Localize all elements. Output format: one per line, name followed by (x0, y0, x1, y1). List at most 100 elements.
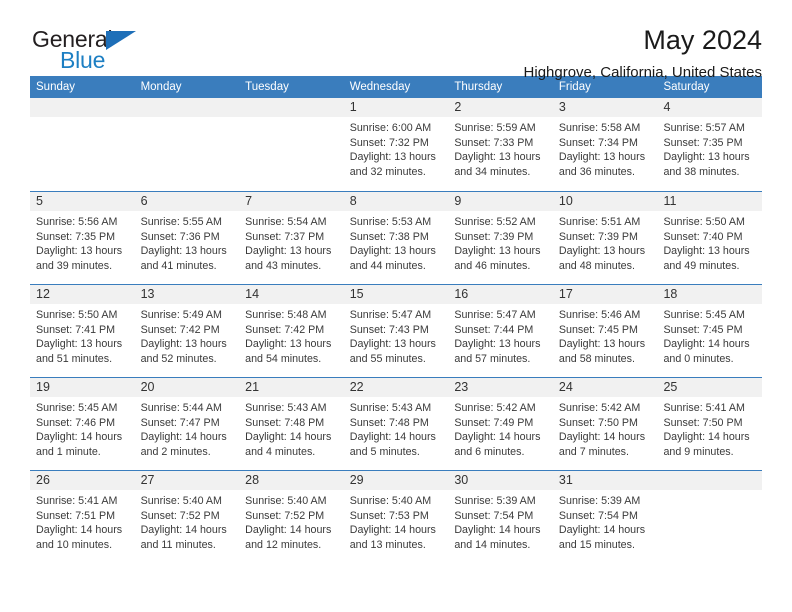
calendar-week-row: 19 Sunrise: 5:45 AM Sunset: 7:46 PM Dayligh… (30, 377, 763, 470)
calendar-day-cell[interactable]: 26 Sunrise: 5:41 AM Sunset: 7:51 PM Dayligh… (30, 471, 135, 563)
day-number (30, 98, 135, 117)
daylight-text: Daylight: 14 hours (36, 431, 123, 444)
sunrise-text: Sunrise: 5:45 AM (36, 402, 118, 414)
sunrise-text: Sunrise: 5:55 AM (140, 216, 222, 228)
calendar-day-cell[interactable]: 10 Sunrise: 5:51 AM Sunset: 7:39 PM Dayligh… (552, 192, 658, 284)
daylight-text: and 14 minutes. (454, 538, 531, 551)
daylight-text: Daylight: 13 hours (349, 338, 436, 351)
calendar-day-cell[interactable]: 17 Sunrise: 5:46 AM Sunset: 7:45 PM Dayligh… (552, 285, 658, 377)
daylight-text: Daylight: 14 hours (245, 524, 332, 537)
calendar-day-cell[interactable]: 29 Sunrise: 5:40 AM Sunset: 7:53 PM Dayligh… (343, 471, 449, 563)
daylight-text: and 6 minutes. (454, 445, 525, 458)
daylight-text: and 41 minutes. (140, 259, 217, 272)
daylight-text: and 12 minutes. (245, 538, 322, 551)
calendar-day-cell[interactable]: 22 Sunrise: 5:43 AM Sunset: 7:48 PM Dayligh… (343, 378, 449, 470)
sunset-text: Sunset: 7:52 PM (140, 509, 220, 522)
daylight-text: and 54 minutes. (245, 352, 322, 365)
day-number: 8 (343, 192, 449, 211)
day-number: 26 (30, 471, 135, 490)
calendar-day-cell-empty (30, 98, 135, 191)
calendar-day-cell[interactable]: 3 Sunrise: 5:58 AM Sunset: 7:34 PM Daylight… (552, 98, 658, 191)
calendar-body: 1 Sunrise: 6:00 AM Sunset: 7:32 PM Daylight… (30, 98, 763, 563)
daylight-text: Daylight: 13 hours (663, 245, 750, 258)
daylight-text: Daylight: 13 hours (663, 151, 750, 164)
day-details: Sunrise: 5:50 AM Sunset: 7:40 PM Daylight:… (657, 211, 762, 273)
calendar-day-cell[interactable]: 19 Sunrise: 5:45 AM Sunset: 7:46 PM Dayligh… (30, 378, 135, 470)
sunset-text: Sunset: 7:41 PM (36, 323, 116, 336)
day-details: Sunrise: 5:57 AM Sunset: 7:35 PM Daylight:… (657, 117, 762, 179)
daylight-text: Daylight: 13 hours (140, 338, 227, 351)
daylight-text: and 43 minutes. (245, 259, 322, 272)
calendar-day-cell[interactable]: 25 Sunrise: 5:41 AM Sunset: 7:50 PM Dayligh… (657, 378, 763, 470)
day-number: 17 (552, 285, 658, 304)
calendar-day-cell[interactable]: 6 Sunrise: 5:55 AM Sunset: 7:36 PM Daylight… (134, 192, 240, 284)
calendar-day-cell[interactable]: 5 Sunrise: 5:56 AM Sunset: 7:35 PM Daylight… (30, 192, 135, 284)
calendar-day-cell[interactable]: 27 Sunrise: 5:40 AM Sunset: 7:52 PM Dayligh… (134, 471, 240, 563)
calendar-day-cell[interactable]: 23 Sunrise: 5:42 AM Sunset: 7:49 PM Dayligh… (448, 378, 553, 470)
sunset-text: Sunset: 7:46 PM (36, 416, 116, 429)
day-number (134, 98, 240, 117)
daylight-text: and 9 minutes. (663, 445, 734, 458)
sunrise-text: Sunrise: 5:48 AM (245, 309, 327, 321)
day-details: Sunrise: 6:00 AM Sunset: 7:32 PM Daylight:… (344, 117, 449, 179)
sunset-text: Sunset: 7:53 PM (349, 509, 429, 522)
calendar-day-cell[interactable]: 11 Sunrise: 5:50 AM Sunset: 7:40 PM Dayligh… (657, 192, 763, 284)
day-number: 30 (448, 471, 553, 490)
sunrise-text: Sunrise: 5:40 AM (245, 495, 327, 507)
page-title: May 2024 (643, 25, 762, 55)
calendar-day-cell[interactable]: 1 Sunrise: 6:00 AM Sunset: 7:32 PM Daylight… (343, 98, 449, 191)
daylight-text: and 49 minutes. (663, 259, 740, 272)
calendar-day-cell[interactable]: 4 Sunrise: 5:57 AM Sunset: 7:35 PM Daylight… (657, 98, 763, 191)
day-details: Sunrise: 5:44 AM Sunset: 7:47 PM Daylight:… (135, 397, 240, 459)
calendar-day-cell[interactable]: 18 Sunrise: 5:45 AM Sunset: 7:45 PM Dayligh… (657, 285, 763, 377)
calendar-day-cell[interactable]: 2 Sunrise: 5:59 AM Sunset: 7:33 PM Daylight… (448, 98, 553, 191)
calendar-day-cell-empty (134, 98, 240, 191)
day-details: Sunrise: 5:42 AM Sunset: 7:49 PM Daylight:… (448, 397, 553, 459)
daylight-text: and 32 minutes. (349, 165, 426, 178)
day-number: 5 (30, 192, 135, 211)
day-details: Sunrise: 5:41 AM Sunset: 7:50 PM Daylight:… (657, 397, 762, 459)
daylight-text: and 38 minutes. (663, 165, 740, 178)
general-blue-logo[interactable]: General Blue (30, 26, 160, 78)
calendar-day-cell[interactable]: 15 Sunrise: 5:47 AM Sunset: 7:43 PM Dayligh… (343, 285, 449, 377)
sunrise-text: Sunrise: 5:59 AM (454, 122, 536, 134)
calendar-day-cell[interactable]: 24 Sunrise: 5:42 AM Sunset: 7:50 PM Dayligh… (552, 378, 658, 470)
sunset-text: Sunset: 7:54 PM (558, 509, 638, 522)
sunrise-text: Sunrise: 5:39 AM (454, 495, 536, 507)
calendar-day-cell[interactable]: 31 Sunrise: 5:39 AM Sunset: 7:54 PM Dayligh… (552, 471, 658, 563)
weekday-header-saturday: Saturday (663, 81, 710, 93)
day-number: 16 (448, 285, 553, 304)
daylight-text: Daylight: 13 hours (36, 338, 123, 351)
daylight-text: and 34 minutes. (454, 165, 531, 178)
sunset-text: Sunset: 7:51 PM (36, 509, 116, 522)
calendar-day-cell[interactable]: 21 Sunrise: 5:43 AM Sunset: 7:48 PM Dayligh… (239, 378, 344, 470)
daylight-text: Daylight: 14 hours (349, 431, 436, 444)
daylight-text: Daylight: 13 hours (36, 245, 123, 258)
calendar-day-cell[interactable]: 7 Sunrise: 5:54 AM Sunset: 7:37 PM Daylight… (239, 192, 344, 284)
daylight-text: Daylight: 14 hours (245, 431, 332, 444)
day-details: Sunrise: 5:39 AM Sunset: 7:54 PM Daylight:… (553, 490, 658, 552)
day-details: Sunrise: 5:56 AM Sunset: 7:35 PM Daylight:… (30, 211, 135, 273)
sunset-text: Sunset: 7:39 PM (454, 230, 534, 243)
sunrise-text: Sunrise: 5:42 AM (454, 402, 536, 414)
calendar-day-cell[interactable]: 20 Sunrise: 5:44 AM Sunset: 7:47 PM Dayligh… (134, 378, 240, 470)
calendar-day-cell[interactable]: 14 Sunrise: 5:48 AM Sunset: 7:42 PM Dayligh… (239, 285, 344, 377)
calendar-day-cell[interactable]: 8 Sunrise: 5:53 AM Sunset: 7:38 PM Daylight… (343, 192, 449, 284)
calendar-day-cell[interactable]: 13 Sunrise: 5:49 AM Sunset: 7:42 PM Dayligh… (134, 285, 240, 377)
day-details: Sunrise: 5:48 AM Sunset: 7:42 PM Daylight:… (239, 304, 344, 366)
sunset-text: Sunset: 7:35 PM (663, 136, 743, 149)
calendar-day-cell[interactable]: 12 Sunrise: 5:50 AM Sunset: 7:41 PM Dayligh… (30, 285, 135, 377)
sunrise-text: Sunrise: 5:41 AM (663, 402, 745, 414)
calendar-day-cell[interactable]: 30 Sunrise: 5:39 AM Sunset: 7:54 PM Dayligh… (448, 471, 553, 563)
day-number (239, 98, 344, 117)
calendar-week-row: 1 Sunrise: 6:00 AM Sunset: 7:32 PM Daylight… (30, 98, 763, 191)
calendar-day-cell[interactable]: 28 Sunrise: 5:40 AM Sunset: 7:52 PM Dayligh… (239, 471, 344, 563)
calendar-day-cell[interactable]: 9 Sunrise: 5:52 AM Sunset: 7:39 PM Daylight… (448, 192, 553, 284)
sunrise-text: Sunrise: 5:46 AM (558, 309, 641, 321)
calendar-day-cell[interactable]: 16 Sunrise: 5:47 AM Sunset: 7:44 PM Dayligh… (448, 285, 553, 377)
sunrise-text: Sunrise: 5:41 AM (36, 495, 118, 507)
sunset-text: Sunset: 7:49 PM (454, 416, 534, 429)
page-header: General Blue May 2024 Highgrove, Califor… (30, 0, 762, 82)
day-details: Sunrise: 5:47 AM Sunset: 7:43 PM Daylight:… (344, 304, 449, 366)
sunrise-text: Sunrise: 5:40 AM (140, 495, 222, 507)
